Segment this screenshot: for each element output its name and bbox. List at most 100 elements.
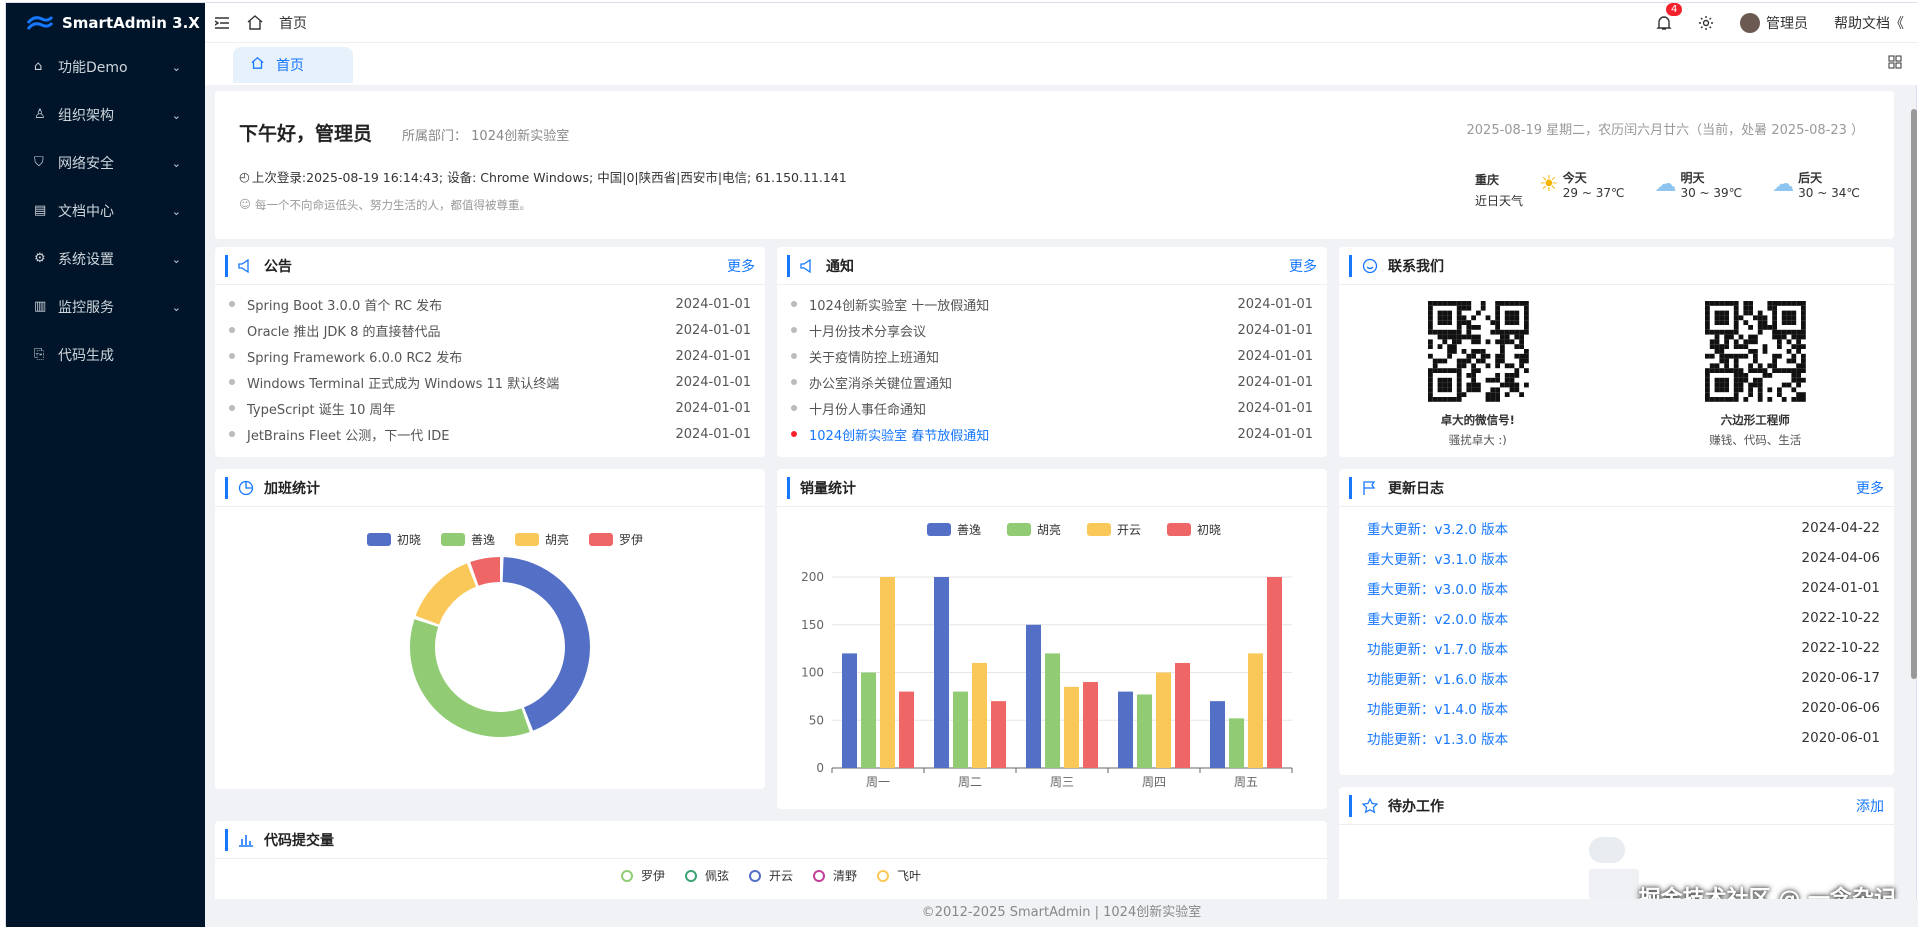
apps-grid-icon[interactable] [1888,55,1902,73]
settings-gear-icon[interactable] [1698,15,1714,31]
date-text: 2025-08-19 星期二，农历闰六月廿六（当前，处暑 2025-08-23 … [1466,123,1865,138]
sidebar-item[interactable]: ▤ 文档中心 ⌄ [6,187,205,235]
page-scrollbar[interactable] [1910,91,1918,681]
bar[interactable] [1229,718,1244,768]
pie-slice[interactable] [415,563,477,625]
list-item-date: 2024-01-01 [1237,322,1313,338]
list-item[interactable]: Spring Boot 3.0.0 首个 RC 发布 2024-01-01 [229,291,751,317]
pie-slice[interactable] [410,619,530,737]
changelog-item-date: 2020-06-17 [1801,670,1880,686]
bar[interactable] [1045,653,1060,768]
legend-item[interactable]: 清野 [813,867,857,884]
qr-block: 卓大的微信号! 骚扰卓大 :) [1426,299,1530,448]
accent-bar [787,476,790,499]
changelog-item[interactable]: 功能更新：v1.7.0 版本 2022-10-22 [1339,633,1894,663]
forecast-day-label: 后天 [1798,171,1823,185]
list-item[interactable]: Spring Framework 6.0.0 RC2 发布 2024-01-01 [229,343,751,369]
scrollbar-thumb[interactable] [1911,109,1917,679]
list-item[interactable]: Windows Terminal 正式成为 Windows 11 默认终端 202… [229,369,751,395]
list-item[interactable]: 办公室消杀关键位置通知 2024-01-01 [791,369,1313,395]
bar[interactable] [1267,577,1282,768]
list-item-title: TypeScript 诞生 10 周年 [247,402,396,418]
sidebar-item[interactable]: ⎘ 代码生成 [6,331,205,379]
list-item[interactable]: 1024创新实验室 十一放假通知 2024-01-01 [791,291,1313,317]
legend-item[interactable]: 飞叶 [877,867,921,884]
breadcrumb[interactable]: 首页 [279,13,307,33]
legend-item[interactable]: 开云 [748,867,793,884]
accent-bar [1349,254,1352,277]
bar[interactable] [934,577,949,768]
help-doc-link[interactable]: 帮助文档《 [1834,13,1904,33]
bar[interactable] [1210,701,1225,768]
changelog-item[interactable]: 功能更新：v1.6.0 版本 2020-06-17 [1339,663,1894,693]
logo[interactable]: SmartAdmin 3.X [6,3,205,43]
user-menu[interactable]: 管理员 [1740,12,1808,33]
list-item[interactable]: Oracle 推出 JDK 8 的直接替代品 2024-01-01 [229,317,751,343]
bar[interactable] [842,653,857,768]
home-icon[interactable] [247,15,263,31]
bar[interactable] [880,577,895,768]
bell-icon [1656,15,1672,30]
bar[interactable] [899,691,914,768]
sunny-icon: ☀ [1539,172,1559,197]
sidebar-item[interactable]: ⌂ 功能Demo ⌄ [6,43,205,91]
changelog-item[interactable]: 功能更新：v1.4.0 版本 2020-06-06 [1339,693,1894,723]
bar[interactable] [1156,672,1171,769]
changelog-item[interactable]: 重大更新：v2.0.0 版本 2022-10-22 [1339,603,1894,633]
legend-item[interactable]: 佩弦 [684,867,729,884]
list-item[interactable]: JetBrains Fleet 公测，下一代 IDE 2024-01-01 [229,421,751,447]
sidebar-item[interactable]: ⛉ 网络安全 ⌄ [6,139,205,187]
chevron-down-icon: ⌄ [171,108,181,122]
notice-title: 公告 [264,258,292,275]
bullet-dot [791,353,797,359]
x-tick-label: 周三 [1050,775,1074,789]
changelog-more-link[interactable]: 更多 [1856,478,1884,498]
bar[interactable] [991,701,1006,768]
bullet-dot [229,379,235,385]
legend-marker [620,869,633,882]
bar[interactable] [861,672,876,769]
bar[interactable] [1083,682,1098,768]
bar[interactable] [1137,694,1152,768]
y-tick-label: 200 [801,570,824,584]
bar[interactable] [1118,691,1133,768]
sidebar-item[interactable]: ♙ 组织架构 ⌄ [6,91,205,139]
notification-bell[interactable]: 4 [1656,2,1683,31]
legend-item[interactable]: 罗伊 [620,867,665,884]
app-window: SmartAdmin 3.X ⌂ 功能Demo ⌄ ♙ 组织架构 ⌄ ⛉ 网络安全 ⌄ ▤ 文档中心… [5,2,1918,927]
list-item[interactable]: 关于疫情防控上班通知 2024-01-01 [791,343,1313,369]
list-item-title: Spring Boot 3.0.0 首个 RC 发布 [247,298,443,314]
bar[interactable] [972,662,987,768]
changelog-item[interactable]: 重大更新：v3.0.0 版本 2024-01-01 [1339,573,1894,603]
tab-home[interactable]: 首页 [233,47,353,83]
bar[interactable] [1064,686,1079,768]
pie-slice[interactable] [470,557,500,586]
inform-more-link[interactable]: 更多 [1289,256,1317,276]
todo-add-link[interactable]: 添加 [1856,796,1884,816]
bank-icon: ⌂ [34,59,43,74]
list-item[interactable]: 十月份人事任命通知 2024-01-01 [791,395,1313,421]
menu-fold-icon[interactable] [215,15,231,31]
bar[interactable] [953,691,968,768]
sidebar-item[interactable]: ⚙ 系统设置 ⌄ [6,235,205,283]
changelog-item-name: 功能更新：v1.7.0 版本 [1367,642,1509,658]
changelog-item[interactable]: 重大更新：v3.2.0 版本 2024-04-22 [1339,513,1894,543]
list-item[interactable]: 1024创新实验室 春节放假通知 2024-01-01 [791,421,1313,447]
bullet-dot [791,379,797,385]
changelog-item[interactable]: 重大更新：v3.1.0 版本 2024-04-06 [1339,543,1894,573]
bar[interactable] [1026,624,1041,768]
legend-marker [813,869,825,882]
changelog-item-name: 功能更新：v1.3.0 版本 [1367,732,1509,748]
notice-more-link[interactable]: 更多 [727,256,755,276]
sidebar-item[interactable]: ▥ 监控服务 ⌄ [6,283,205,331]
pie-slice[interactable] [502,557,590,731]
notice-list: Spring Boot 3.0.0 首个 RC 发布 2024-01-01 Orac… [215,285,765,453]
list-item[interactable]: 十月份技术分享会议 2024-01-01 [791,317,1313,343]
changelog-item[interactable]: 功能更新：v1.3.0 版本 2020-06-01 [1339,723,1894,753]
sidebar-item-label: 监控服务 [58,300,114,316]
list-item[interactable]: TypeScript 诞生 10 周年 2024-01-01 [229,395,751,421]
bar[interactable] [1248,653,1263,768]
bar[interactable] [1175,662,1190,768]
accent-bar [225,828,228,851]
x-tick-label: 周一 [866,775,890,789]
